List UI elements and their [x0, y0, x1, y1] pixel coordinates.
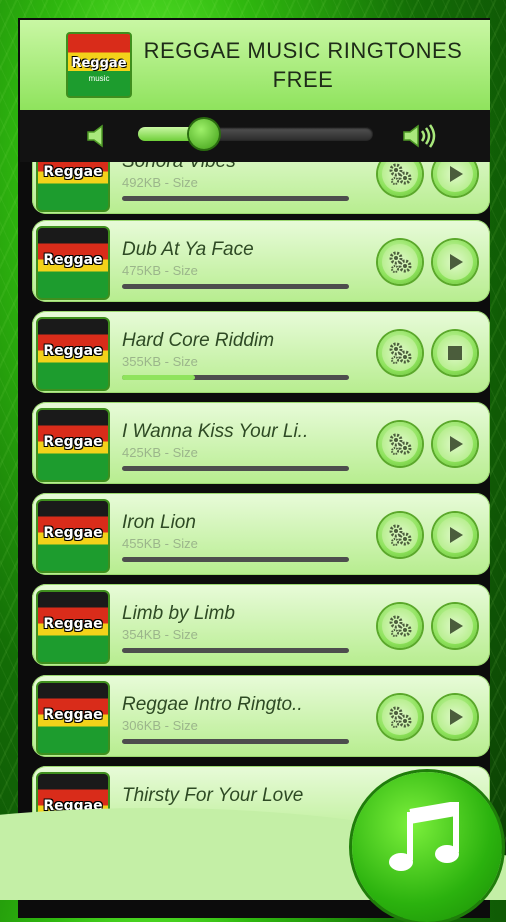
music-note-icon [389, 802, 459, 871]
ringtone-thumbnail: Reggae [36, 317, 110, 391]
app-logo: Reggae music [66, 32, 132, 98]
gear-icon [389, 615, 412, 637]
gear-icon [389, 342, 412, 364]
stop-button[interactable] [433, 331, 477, 375]
settings-button[interactable] [378, 331, 422, 375]
gear-icon [389, 251, 412, 273]
ringtone-progress [122, 739, 349, 744]
ringtone-thumbnail: Reggae [36, 681, 110, 755]
ringtone-progress [122, 375, 349, 380]
ringtone-size: 475KB - Size [122, 263, 198, 278]
settings-button[interactable] [378, 513, 422, 557]
gear-icon [389, 163, 412, 185]
ringtone-progress [122, 196, 349, 201]
settings-button[interactable] [378, 240, 422, 284]
play-icon [450, 527, 463, 543]
play-button[interactable] [433, 695, 477, 739]
volume-high-icon[interactable] [400, 122, 438, 150]
ringtone-name: I Wanna Kiss Your Li.. [122, 421, 309, 442]
list-item[interactable]: Reggae Limb by Limb 354KB - Size [32, 584, 490, 666]
ringtone-size: 425KB - Size [122, 445, 198, 460]
ringtone-name: Reggae Intro Ringto.. [122, 694, 303, 715]
play-button[interactable] [433, 513, 477, 557]
volume-low-icon[interactable] [84, 122, 114, 150]
ringtone-size: 492KB - Size [122, 175, 198, 190]
ringtone-progress [122, 648, 349, 653]
ringtone-progress-fill [122, 375, 195, 380]
settings-button[interactable] [378, 162, 422, 196]
gear-icon [389, 706, 412, 728]
play-button[interactable] [433, 604, 477, 648]
ringtone-thumbnail: Reggae [36, 226, 110, 300]
gear-icon [389, 433, 412, 455]
list-item[interactable]: Reggae I Wanna Kiss Your Li.. 425KB - Size [32, 402, 490, 484]
ringtone-progress [122, 284, 349, 289]
list-item[interactable]: Reggae Reggae Intro Ringto.. 306KB - Size [32, 675, 490, 757]
ringtone-thumbnail: Reggae [36, 499, 110, 573]
settings-button[interactable] [378, 695, 422, 739]
volume-slider[interactable] [138, 119, 373, 149]
play-button[interactable] [433, 422, 477, 466]
ringtone-name: Thirsty For Your Love [122, 785, 304, 806]
play-button[interactable] [433, 240, 477, 284]
app-title: REGGAE MUSIC RINGTONES FREE [143, 38, 463, 92]
ringtone-size: 354KB - Size [122, 627, 198, 642]
list-item[interactable]: Reggae Dub At Ya Face 475KB - Size [32, 220, 490, 302]
stop-icon [448, 346, 462, 360]
ringtone-name: Hard Core Riddim [122, 330, 275, 351]
ringtone-progress [122, 466, 349, 471]
gear-icon [389, 524, 412, 546]
ringtone-size: 306KB - Size [122, 718, 198, 733]
volume-bar [20, 110, 490, 162]
ringtone-thumbnail: Reggae [36, 162, 110, 212]
ringtone-size: 455KB - Size [122, 536, 198, 551]
volume-slider-handle[interactable] [188, 119, 219, 149]
ringtone-thumbnail: Reggae [36, 408, 110, 482]
play-icon [450, 436, 463, 452]
play-icon [450, 166, 463, 182]
ringtone-name: Limb by Limb [122, 603, 235, 624]
play-icon [450, 618, 463, 634]
ringtone-size: 355KB - Size [122, 354, 198, 369]
app-header: Reggae music REGGAE MUSIC RINGTONES FREE [20, 20, 490, 110]
list-item[interactable]: Reggae Hard Core Riddim 355KB - Size [32, 311, 490, 393]
list-item[interactable]: Reggae Sonora Vibes 492KB - Size [32, 162, 490, 214]
play-icon [450, 254, 463, 270]
ringtone-progress [122, 557, 349, 562]
ringtone-name: Iron Lion [122, 512, 196, 533]
play-icon [450, 709, 463, 725]
list-item[interactable]: Reggae Iron Lion 455KB - Size [32, 493, 490, 575]
play-button[interactable] [433, 162, 477, 196]
ringtone-name: Dub At Ya Face [122, 239, 254, 260]
settings-button[interactable] [378, 422, 422, 466]
ringtone-thumbnail: Reggae [36, 590, 110, 664]
settings-button[interactable] [378, 604, 422, 648]
ringtone-name: Sonora Vibes [122, 162, 236, 173]
